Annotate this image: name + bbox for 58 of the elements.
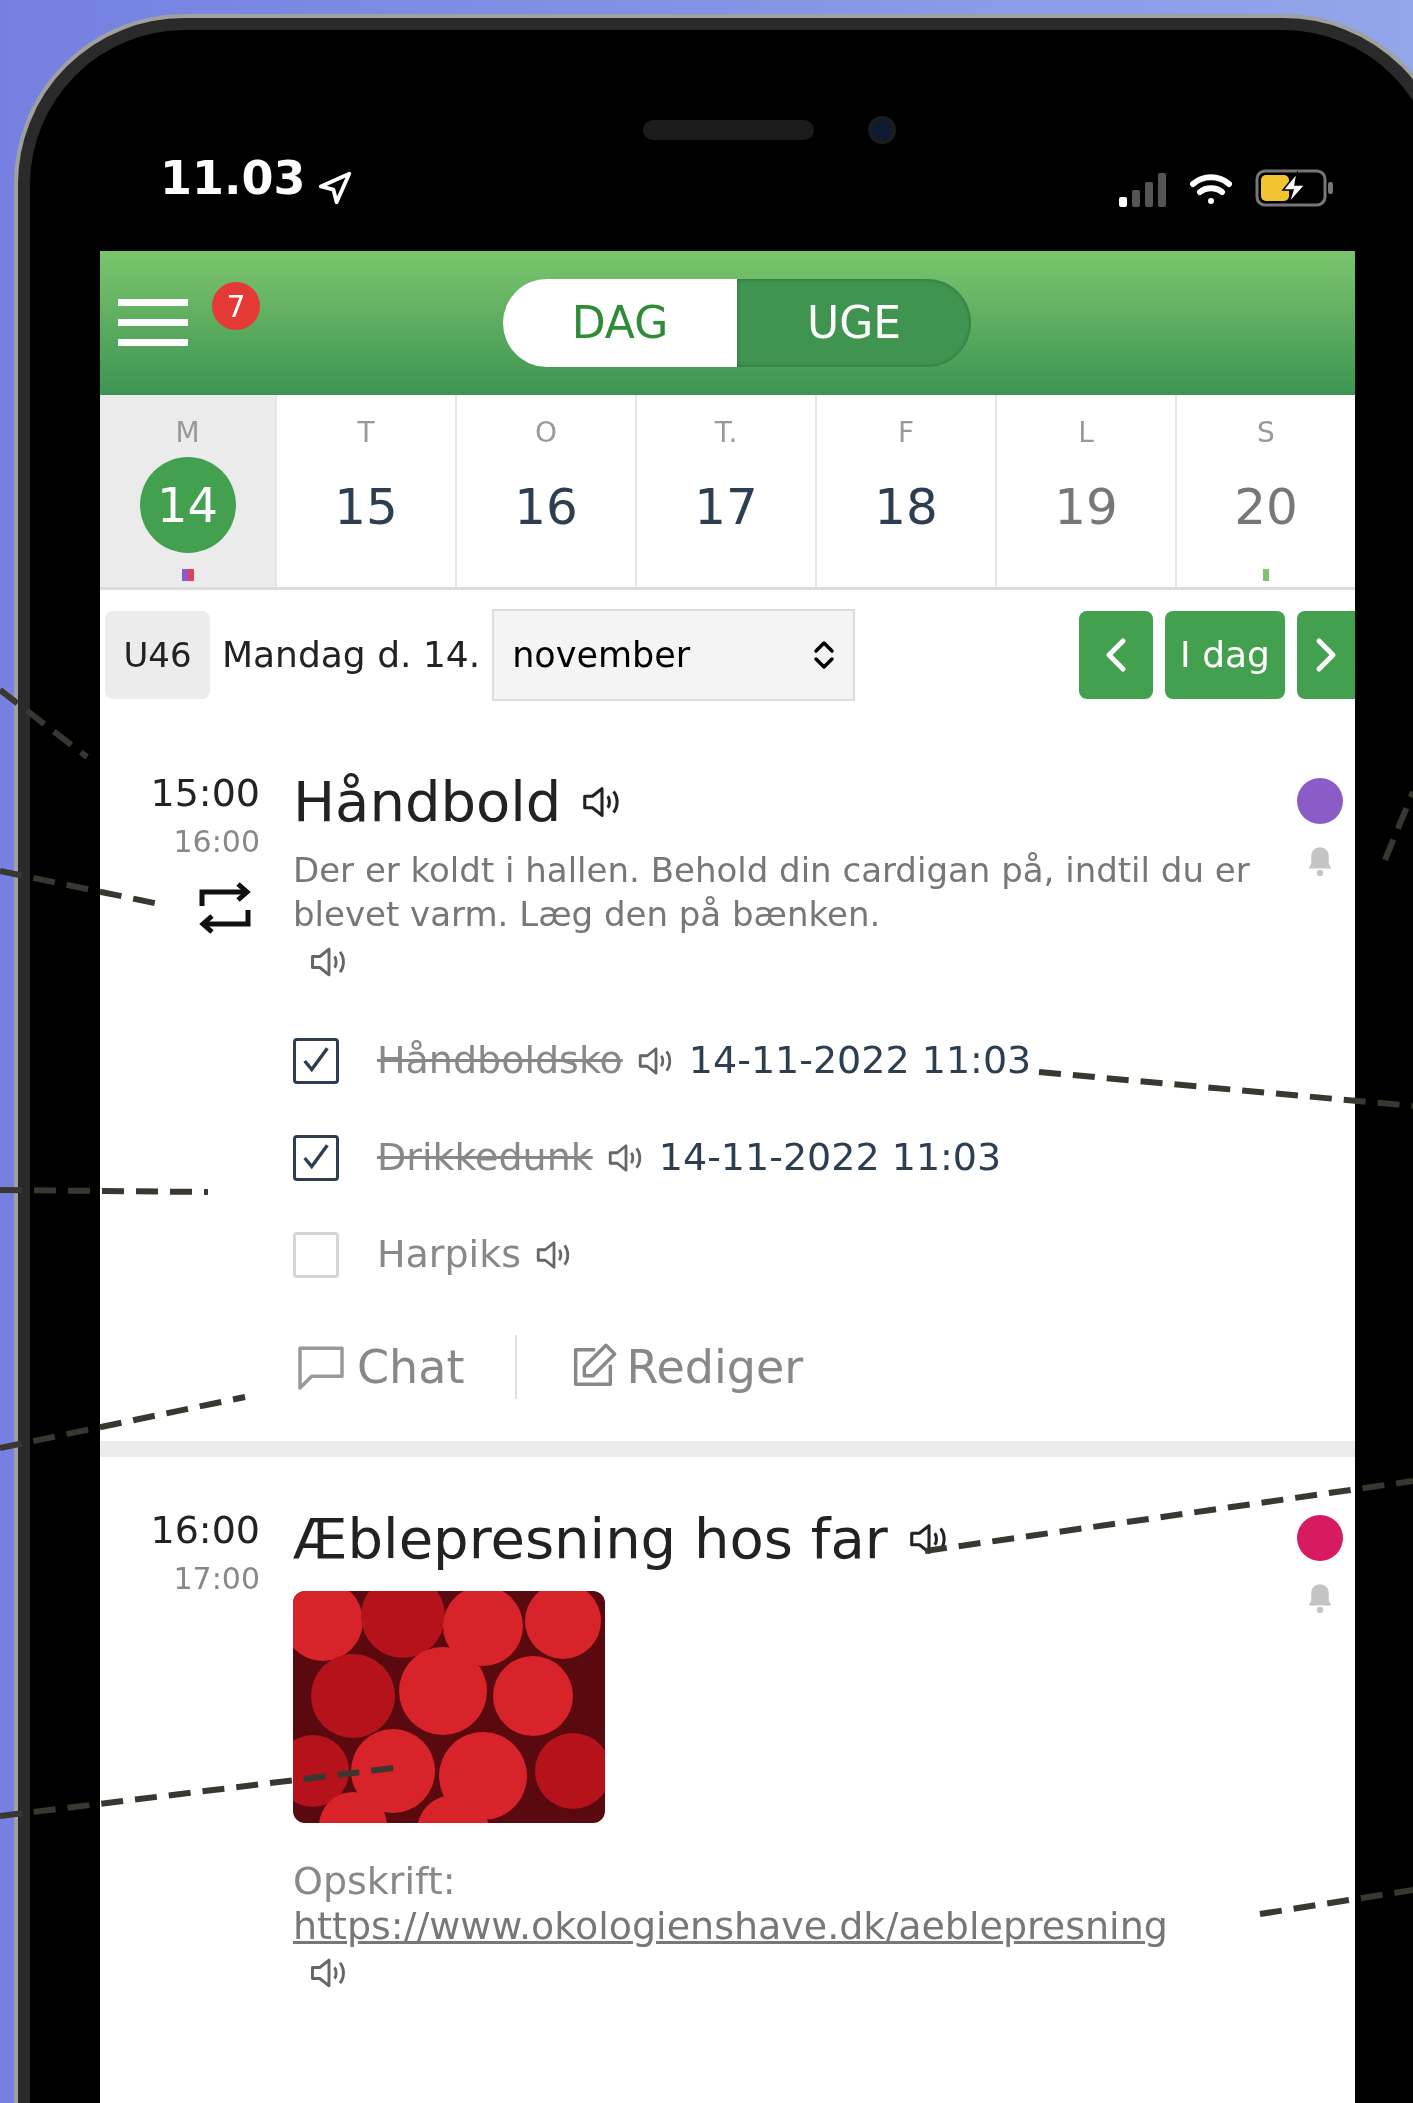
- event-description: Der er koldt i hallen. Behold din cardigan på, indtil du er blevet varm. Læg den på bænken.: [293, 849, 1251, 936]
- month-select[interactable]: november: [492, 609, 856, 701]
- weekday-letter: M: [175, 417, 200, 449]
- wifi-icon: [1189, 173, 1233, 207]
- weekday-letter: T: [357, 417, 375, 449]
- view-tab[interactable]: UGE: [737, 279, 971, 367]
- completed-timestamp: 14-11-2022 11:03: [688, 1037, 1032, 1084]
- edit-link[interactable]: Rediger: [626, 1332, 804, 1402]
- day-column[interactable]: F 18: [815, 395, 995, 587]
- selected-date: 14: [139, 457, 236, 553]
- notification-badge: 7: [212, 282, 260, 330]
- signal-icon: [1119, 173, 1167, 207]
- day-number: 19: [1054, 477, 1118, 538]
- next-button[interactable]: [1297, 611, 1355, 699]
- day-column[interactable]: T 15: [275, 395, 455, 587]
- day-number: 16: [514, 477, 578, 538]
- status-time: 11.03: [160, 150, 306, 207]
- checklist-item-label: Drikkedunk: [377, 1134, 593, 1181]
- view-tab[interactable]: DAG: [503, 279, 737, 367]
- recipe-link[interactable]: https://www.okologienshave.dk/aeblepresning: [293, 1903, 1168, 1949]
- day-number: 20: [1234, 477, 1298, 538]
- start-time: 15:00: [150, 770, 260, 816]
- checkbox[interactable]: [293, 1037, 339, 1084]
- weekday-letter: T.: [714, 417, 738, 449]
- chat-link[interactable]: Chat: [357, 1332, 465, 1402]
- end-time: 17:00: [173, 1560, 260, 1598]
- weekday-letter: F: [897, 417, 915, 449]
- event-title: Håndbold: [293, 770, 562, 834]
- previous-button[interactable]: [1079, 611, 1153, 699]
- weekday-letter: O: [534, 417, 557, 449]
- day-number: 17: [694, 477, 758, 538]
- day-column[interactable]: T. 17: [635, 395, 815, 587]
- chevron-right-icon: [1315, 637, 1337, 673]
- start-time: 16:00: [150, 1507, 260, 1553]
- weekday-letter: S: [1257, 417, 1275, 449]
- date-label: Mandag d. 14.: [222, 633, 481, 677]
- chevron-left-icon: [1105, 637, 1127, 673]
- battery-charging-icon: [1255, 169, 1335, 207]
- weekday-letter: L: [1078, 417, 1094, 449]
- today-button[interactable]: I dag: [1165, 611, 1285, 699]
- completed-timestamp: 14-11-2022 11:03: [658, 1134, 1002, 1181]
- checklist-item-label: Harpiks: [377, 1231, 521, 1278]
- day-column[interactable]: S 20: [1175, 395, 1355, 587]
- leader-line: [1382, 790, 1413, 862]
- day-column[interactable]: M 14: [100, 395, 275, 587]
- week-number: U46: [105, 611, 210, 699]
- camera-lens: [868, 116, 896, 144]
- checklist-item-label: Håndboldsko: [377, 1037, 623, 1084]
- chevron-updown-icon: [813, 640, 836, 670]
- event-title: Æblepresning hos far: [293, 1507, 888, 1571]
- checkbox[interactable]: [293, 1134, 339, 1181]
- end-time: 16:00: [173, 823, 260, 861]
- day-column[interactable]: O 16: [455, 395, 635, 587]
- day-number: 18: [874, 477, 938, 538]
- day-column[interactable]: L 19: [995, 395, 1175, 587]
- day-number: 15: [334, 477, 398, 538]
- menu-icon[interactable]: [118, 297, 188, 349]
- recipe-label: Opskrift:: [293, 1859, 457, 1903]
